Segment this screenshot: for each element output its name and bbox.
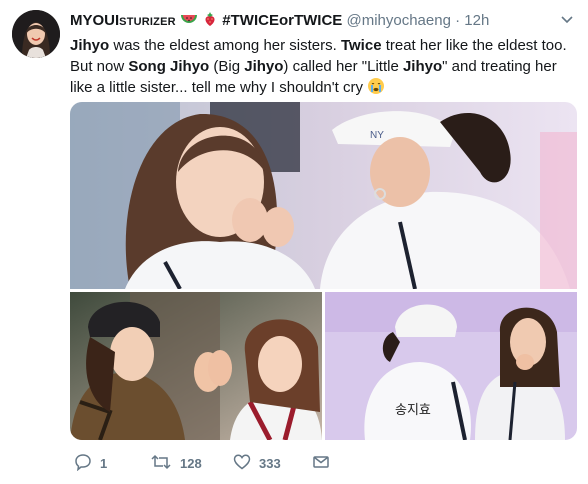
reply-button[interactable]: 1 (74, 452, 107, 474)
like-button[interactable]: 333 (233, 452, 281, 474)
watermelon-icon (180, 13, 198, 33)
tweet-text-segment: (Big (209, 58, 245, 75)
like-count: 333 (259, 455, 281, 471)
timestamp[interactable]: 12h (464, 12, 489, 29)
strawberry-icon (202, 11, 218, 33)
display-name-hashtag[interactable]: #TWICEorTWICE (222, 12, 342, 29)
tweet-text-bold: Jihyo (70, 37, 110, 54)
media-grid[interactable]: NY 송지효 (70, 102, 577, 440)
retweet-icon (150, 453, 172, 474)
heart-icon (233, 453, 251, 474)
separator-dot: · (455, 12, 461, 29)
direct-message-button[interactable] (312, 452, 330, 474)
tweet-text: Jihyo was the eldest among her sisters. … (70, 35, 570, 101)
retweet-button[interactable]: 128 (150, 452, 202, 474)
tweet-text-bold: Jihyo (244, 58, 284, 75)
chevron-down-icon[interactable] (560, 12, 574, 26)
crying-face-icon (367, 77, 385, 101)
svg-text:NY: NY (370, 130, 384, 141)
tweet-actions: 1 128 333 (70, 452, 570, 474)
jacket-label: 송지효 (395, 402, 431, 417)
tweet-text-bold: Song Jihyo (128, 58, 210, 75)
tweet-text-bold: Twice (340, 37, 382, 54)
tweet-text-segment: was the eldest among her sisters. (109, 37, 341, 54)
retweet-count: 128 (180, 455, 202, 471)
avatar[interactable] (12, 10, 60, 58)
photo-bottom-right[interactable]: 송지효 (325, 292, 577, 440)
envelope-icon (312, 453, 330, 474)
user-handle[interactable]: @mihyochaeng (346, 12, 450, 29)
reply-icon (74, 453, 92, 474)
photo-bottom-left[interactable] (70, 292, 322, 440)
tweet-header: MYOUISTURIZER #TWICEorTWICE @mihyochaeng… (70, 11, 570, 31)
reply-count: 1 (100, 455, 108, 471)
photo-top[interactable]: NY (70, 102, 577, 289)
tweet-card[interactable]: MYOUISTURIZER #TWICEorTWICE @mihyochaeng… (0, 0, 588, 484)
display-name[interactable]: MYOUISTURIZER (70, 12, 176, 29)
tweet-text-segment: ) called her "Little (283, 58, 403, 75)
tweet-text-bold: Jihyo (402, 58, 443, 75)
